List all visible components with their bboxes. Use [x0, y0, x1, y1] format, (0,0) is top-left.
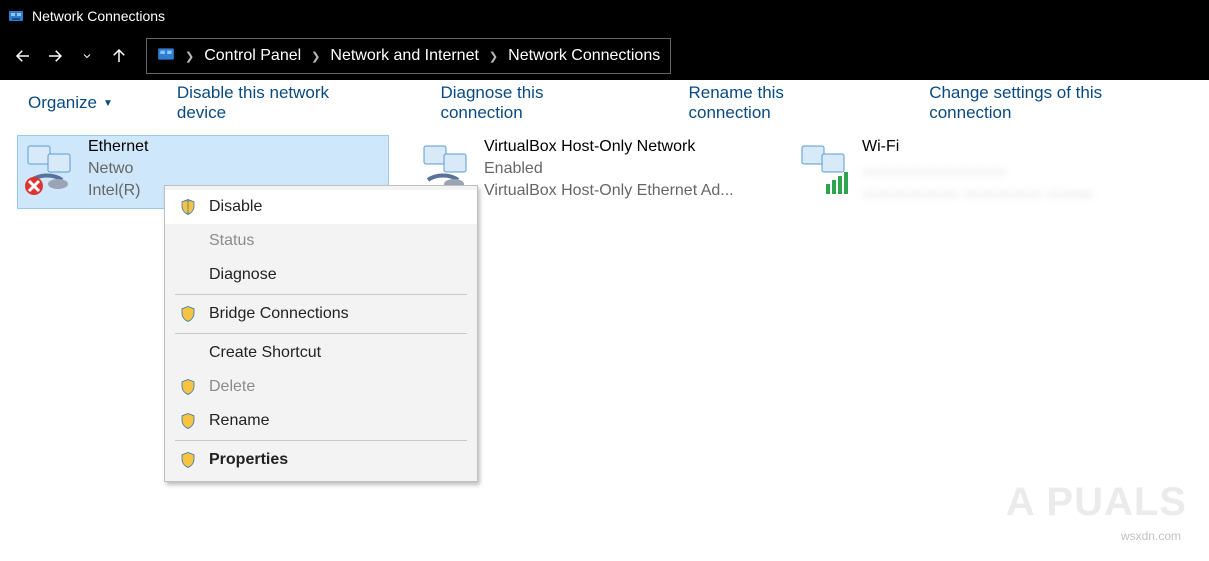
shield-icon: [179, 198, 197, 216]
chevron-right-icon[interactable]: ❯: [185, 50, 194, 63]
label: Change settings of this connection: [929, 83, 1181, 123]
label: Organize: [28, 93, 97, 113]
address-bar[interactable]: ❯ Control Panel ❯ Network and Internet ❯…: [146, 38, 671, 74]
address-bar-row: ❯ Control Panel ❯ Network and Internet ❯…: [0, 32, 1209, 80]
shield-icon: [179, 412, 197, 430]
menu-disable[interactable]: Disable: [165, 190, 477, 224]
menu-label: Create Shortcut: [209, 344, 321, 362]
change-settings-button[interactable]: Change settings of this connection: [929, 83, 1181, 123]
adapter-wifi[interactable]: Wi-Fi ……………………… ……………… …………… ……...: [792, 136, 1162, 202]
spacer-icon: [179, 232, 197, 250]
adapter-device: VirtualBox Host-Only Ethernet Ad...: [484, 180, 734, 202]
menu-label: Properties: [209, 451, 288, 469]
breadcrumb-network-internet[interactable]: Network and Internet: [330, 47, 479, 65]
menu-diagnose[interactable]: Diagnose: [165, 258, 477, 292]
adapter-name: Ethernet: [88, 136, 148, 158]
label: Disable this network device: [177, 83, 377, 123]
adapter-name: Wi-Fi: [862, 136, 1092, 158]
watermark-logo: A PUALS: [1006, 480, 1187, 525]
spacer-icon: [179, 344, 197, 362]
adapter-labels: Wi-Fi ……………………… ……………… …………… ……...: [862, 136, 1092, 202]
adapter-labels: VirtualBox Host-Only Network Enabled Vir…: [484, 136, 734, 202]
dropdown-arrow-icon: ▼: [103, 98, 113, 109]
chevron-right-icon[interactable]: ❯: [311, 50, 320, 63]
command-bar: Organize ▼ Disable this network device Di…: [0, 80, 1209, 126]
menu-label: Status: [209, 232, 254, 250]
menu-label: Bridge Connections: [209, 305, 349, 323]
adapter-name: VirtualBox Host-Only Network: [484, 136, 734, 158]
up-button[interactable]: [108, 45, 130, 67]
adapter-status: Enabled: [484, 158, 734, 180]
breadcrumb-network-connections[interactable]: Network Connections: [508, 47, 660, 65]
adapter-device: ……………… …………… ……...: [862, 180, 1092, 202]
menu-label: Diagnose: [209, 266, 277, 284]
ethernet-adapter-icon: [22, 142, 78, 198]
wifi-adapter-icon: [796, 142, 852, 198]
menu-properties[interactable]: Properties: [165, 443, 477, 477]
spacer-icon: [179, 266, 197, 284]
shield-icon: [179, 305, 197, 323]
recent-locations-dropdown[interactable]: [76, 45, 98, 67]
menu-separator: [175, 440, 467, 441]
menu-label: Disable: [209, 198, 262, 216]
menu-bridge-connections[interactable]: Bridge Connections: [165, 297, 477, 331]
label: Rename this connection: [689, 83, 866, 123]
window-title: Network Connections: [32, 8, 165, 24]
menu-label: Rename: [209, 412, 269, 430]
menu-status: Status: [165, 224, 477, 258]
label: Diagnose this connection: [440, 83, 624, 123]
adapter-device: Intel(R): [88, 180, 148, 202]
shield-icon: [179, 451, 197, 469]
menu-label: Delete: [209, 378, 255, 396]
menu-rename[interactable]: Rename: [165, 404, 477, 438]
menu-separator: [175, 294, 467, 295]
organize-button[interactable]: Organize ▼: [28, 93, 113, 113]
adapter-status: Netwo: [88, 158, 148, 180]
watermark-text: wsxdn.com: [1121, 529, 1181, 543]
diagnose-connection-button[interactable]: Diagnose this connection: [440, 83, 624, 123]
adapter-status: ………………………: [862, 158, 1092, 180]
chevron-right-icon[interactable]: ❯: [489, 50, 498, 63]
context-menu: Disable Status Diagnose Bridge Connectio…: [164, 185, 478, 482]
network-folder-icon: [8, 8, 24, 24]
network-connections-icon: [157, 45, 175, 68]
disable-device-button[interactable]: Disable this network device: [177, 83, 377, 123]
shield-icon: [179, 378, 197, 396]
breadcrumb-control-panel[interactable]: Control Panel: [204, 47, 301, 65]
forward-button[interactable]: [44, 45, 66, 67]
window-titlebar: Network Connections: [0, 0, 1209, 32]
menu-delete: Delete: [165, 370, 477, 404]
menu-create-shortcut[interactable]: Create Shortcut: [165, 336, 477, 370]
back-button[interactable]: [12, 45, 34, 67]
rename-connection-button[interactable]: Rename this connection: [689, 83, 866, 123]
menu-separator: [175, 333, 467, 334]
adapter-labels: Ethernet Netwo Intel(R): [88, 136, 148, 208]
adapter-list: Ethernet Netwo Intel(R) VirtualBox Host-…: [0, 126, 1209, 154]
